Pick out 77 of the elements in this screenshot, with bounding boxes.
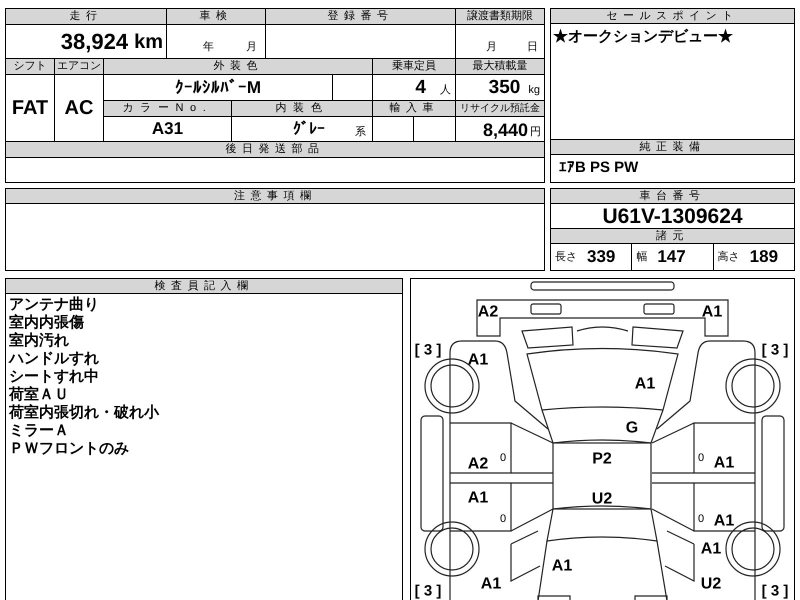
door-mark: 0 <box>500 452 506 464</box>
unit-label: 円 <box>530 125 541 140</box>
damage-code: G <box>626 420 638 436</box>
column-header: 諸元 <box>551 229 794 244</box>
month-label: 月 <box>246 40 257 54</box>
unit-label: km <box>134 30 163 55</box>
tire-rating: [ 3 ] <box>762 582 788 600</box>
damage-code: A1 <box>700 540 722 558</box>
tire-rating: [ 3 ] <box>762 342 788 358</box>
note-line: アンテナ曲り <box>9 296 99 314</box>
damage-code: A1 <box>714 454 734 472</box>
column-header: 注意事項欄 <box>6 189 544 204</box>
spec-label: 幅 <box>636 250 648 265</box>
damage-code: A1 <box>552 558 572 574</box>
column-header: 検査員記入欄 <box>6 279 402 294</box>
note-line: 荷室内張切れ・破れ小 <box>9 404 159 422</box>
door-mark: 0 <box>698 452 704 464</box>
spec-label: 長さ <box>555 250 577 265</box>
tire-rating: [ 3 ] <box>414 342 442 358</box>
column-header: 譲渡書類期限 <box>456 9 544 24</box>
mileage-value: 38,924 <box>60 28 128 56</box>
damage-code: A2 <box>468 456 488 472</box>
note-line: シートすれ中 <box>9 368 99 386</box>
damage-code: P2 <box>592 450 612 468</box>
unit-label: 人 <box>440 83 451 98</box>
note-line: 室内内張傷 <box>9 314 84 332</box>
load-value: 350 <box>488 76 520 100</box>
column-header: 乗車定員 <box>373 59 455 74</box>
damage-code: A1 <box>702 304 722 320</box>
spec-label: 高さ <box>718 250 740 265</box>
column-header: 走行 <box>6 9 166 24</box>
spec-value: 147 <box>657 246 686 268</box>
recycle-fee-value: 8,440 <box>482 119 528 141</box>
note-line: ハンドルすれ <box>9 350 99 368</box>
damage-code: A1 <box>468 352 488 368</box>
interior-color-value: ｸﾞﾚｰ <box>293 120 325 140</box>
day-label: 日 <box>527 40 538 54</box>
suffix-label: 系 <box>355 124 366 140</box>
capacity-value: 4 <box>415 76 426 100</box>
column-header: リサイクル預託金 <box>456 101 544 116</box>
spec-value: 339 <box>587 246 616 268</box>
column-header: 内装色 <box>232 101 372 116</box>
column-header: 車台番号 <box>551 189 794 204</box>
note-line: 荷室ＡＵ <box>9 386 69 404</box>
table-cell: ｸｰﾙｼﾙﾊﾞｰM <box>104 75 332 100</box>
column-header: シフト <box>6 59 54 74</box>
damage-code: A2 <box>478 304 498 320</box>
month-label: 月 <box>486 40 497 54</box>
door-mark: 0 <box>500 513 506 525</box>
year-label: 年 <box>203 40 214 54</box>
note-line: 室内汚れ <box>9 332 69 350</box>
column-header: 登録番号 <box>266 9 455 24</box>
damage-code: U2 <box>700 576 722 592</box>
note-line: ミラーＡ <box>9 422 69 440</box>
note-line: ＰＷフロントのみ <box>9 440 129 458</box>
column-header: 輸入車 <box>373 101 455 116</box>
damage-code: A1 <box>468 490 488 506</box>
column-header: エアコン <box>55 59 103 74</box>
unit-label: kg <box>528 83 540 98</box>
door-mark: 0 <box>698 513 704 525</box>
column-header: 純正装備 <box>551 140 794 155</box>
damage-code: A1 <box>480 576 502 592</box>
table-cell: A31 <box>104 117 231 141</box>
column-header: 最大積載量 <box>456 59 544 74</box>
table-cell: FAT <box>6 75 54 141</box>
damage-code: A1 <box>634 376 656 392</box>
spec-value: 189 <box>750 246 778 268</box>
damage-code: A1 <box>714 512 734 530</box>
equipment-text: ｴｱB PS PW <box>558 158 640 178</box>
column-header: 後日発送部品 <box>6 142 544 157</box>
damage-code: U2 <box>592 490 612 508</box>
column-header: 車検 <box>167 9 265 24</box>
table-cell: AC <box>55 75 103 141</box>
column-header: カラーNo. <box>104 101 231 116</box>
column-header: セールスポイント <box>551 9 794 24</box>
tire-rating: [ 3 ] <box>414 582 442 600</box>
column-header: 外装色 <box>104 59 372 74</box>
